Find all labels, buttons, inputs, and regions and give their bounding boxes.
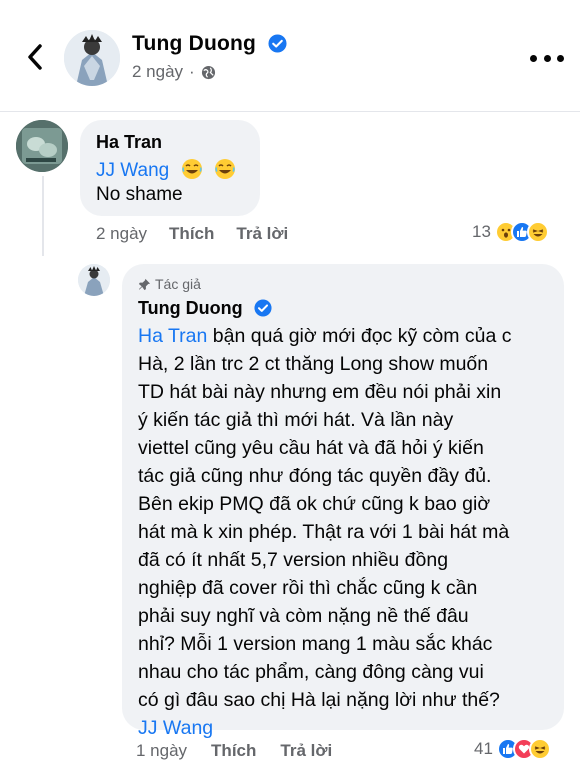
mention-link[interactable]: JJ Wang <box>96 160 169 181</box>
mention-link[interactable]: Ha Tran <box>138 325 207 347</box>
meta-dot: · <box>189 62 195 81</box>
back-arrow-icon <box>28 44 42 70</box>
reply-author-avatar[interactable] <box>78 264 110 296</box>
more-options-button[interactable] <box>530 48 564 68</box>
author-tag: Tác giả <box>138 276 201 292</box>
reply-actions: 1 ngày Thích Trả lời <box>136 741 332 761</box>
reply-text: Ha Tran bận quá giờ mới đọc kỹ còm của c… <box>138 322 558 742</box>
more-dot <box>543 54 551 62</box>
author-tag-label: Tác giả <box>155 276 201 292</box>
reply-line: Hà, 2 lần trc 2 ct thăng Long show muốn <box>138 353 489 375</box>
reply-line: TD hát bài này nhưng em đều nói phải xin <box>138 381 502 403</box>
thread-line <box>42 176 44 256</box>
more-dots-icon <box>530 54 537 62</box>
reply-bubble[interactable]: Tác giả Tung Duong Ha Tran bận quá giờ m… <box>122 264 564 739</box>
comment-text: No shame <box>96 184 183 205</box>
reply-button[interactable]: Trả lời <box>280 741 332 761</box>
laugh-emoji-icon <box>181 159 202 179</box>
reply-author-name[interactable]: Tung Duong <box>138 298 272 319</box>
back-button[interactable] <box>20 40 50 74</box>
reply-line: ý kiến tác giả thì mới hát. Và lần này <box>138 409 454 431</box>
reply-time: 1 ngày <box>136 741 188 760</box>
globe-icon <box>201 65 215 79</box>
verified-badge-icon <box>254 299 272 317</box>
pin-icon <box>138 278 151 290</box>
reply-author-name-text: Tung Duong <box>138 298 243 318</box>
reply-line: nghiệp đã cover rồi thì chắc cũng k cần <box>138 577 478 599</box>
comment-time: 2 ngày <box>96 224 148 243</box>
reply-button[interactable]: Trả lời <box>236 224 288 244</box>
reactions-summary[interactable]: 41 <box>474 738 551 760</box>
haha-reaction-icon <box>528 738 551 760</box>
laugh-emoji-icon <box>214 159 235 179</box>
post-author-name[interactable]: Tung Duong <box>132 32 287 56</box>
like-button[interactable]: Thích <box>169 224 214 244</box>
more-dot <box>557 54 564 62</box>
author-avatar[interactable] <box>64 30 120 86</box>
reply-line: hát mà k xin phép. Thật ra với 1 bài hát… <box>138 521 510 543</box>
post-meta: 2 ngày · <box>132 62 216 82</box>
reply-line: phải suy nghĩ và còm nặng nề thế đâu <box>138 605 469 627</box>
reply-line-text: bận quá giờ mới đọc kỹ còm của c <box>207 325 512 347</box>
post-time: 2 ngày <box>132 62 184 81</box>
reply-line: nhỉ? Mỗi 1 version mang 1 màu sắc khác <box>138 633 493 655</box>
reply-line: Bên ekip PMQ đã ok chứ cũng k bao giờ <box>138 493 491 515</box>
post-header: Tung Duong 2 ngày · <box>0 0 580 112</box>
commenter-avatar[interactable] <box>16 120 68 172</box>
author-name-text: Tung Duong <box>132 32 257 55</box>
reply-line: viettel cũng yêu cầu hát và đã hỏi ý kiế… <box>138 437 484 459</box>
reply-line: đã có ít nhất 5,7 version nhiều đồng <box>138 549 449 571</box>
mention-link[interactable]: JJ Wang <box>138 717 213 739</box>
reply-line: nhau cho tác phẩm, càng đông càng vui <box>138 661 484 683</box>
reaction-count: 13 <box>472 222 491 241</box>
reply-line: Ha Tran bận quá giờ mới đọc kỹ còm của c <box>138 322 558 350</box>
comment-actions: 2 ngày Thích Trả lời <box>96 224 288 244</box>
commenter-name[interactable]: Ha Tran <box>96 132 162 153</box>
verified-badge-icon <box>268 34 287 53</box>
haha-reaction-icon <box>526 221 549 243</box>
comment-mention-line: JJ Wang <box>96 158 236 182</box>
reaction-count: 41 <box>474 739 493 758</box>
reply-line: có gì đâu sao chị Hà lại nặng lời như th… <box>138 689 500 711</box>
like-button[interactable]: Thích <box>211 741 256 761</box>
reactions-summary[interactable]: 13 <box>472 221 549 243</box>
comment-bubble[interactable]: Ha Tran JJ Wang No shame <box>80 120 260 216</box>
reply-line: tác giả cũng như đóng tác quyền đầy đủ. <box>138 465 492 487</box>
